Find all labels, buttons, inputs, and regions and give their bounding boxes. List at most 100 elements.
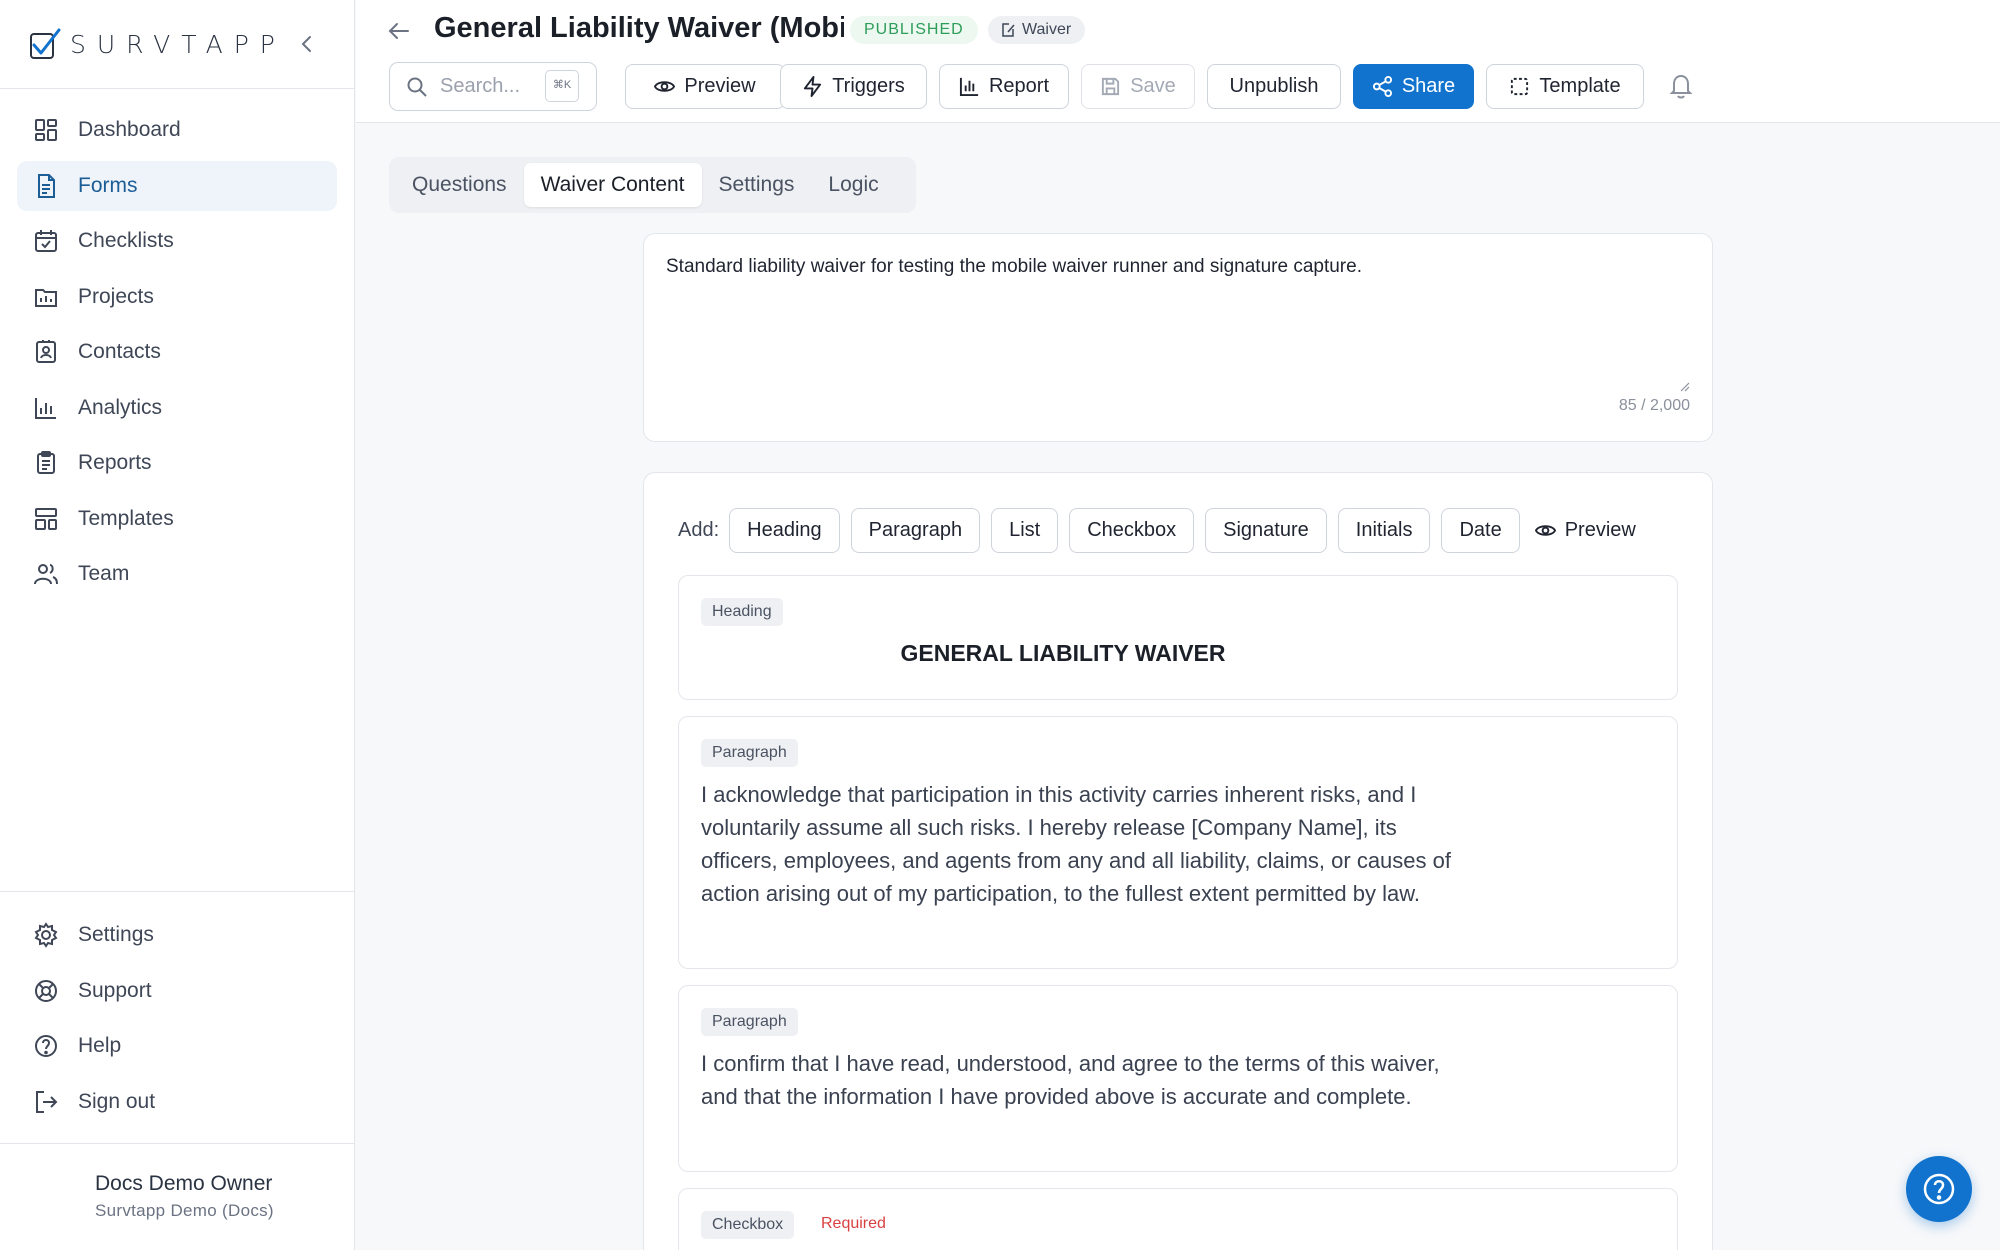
page-title: General Liability Waiver (Mobi <box>434 12 844 44</box>
brand: SURVTAPP <box>0 0 354 89</box>
resize-handle-icon[interactable] <box>1678 380 1690 392</box>
checkbox-block[interactable]: Checkbox Required <box>678 1188 1678 1250</box>
unpublish-label: Unpublish <box>1229 75 1319 97</box>
sidebar-item-reports[interactable]: Reports <box>17 438 337 488</box>
preview-label: Preview <box>684 75 756 97</box>
add-checkbox-button[interactable]: Checkbox <box>1069 508 1195 553</box>
report-button[interactable]: Report <box>939 64 1069 109</box>
help-circle-icon <box>1923 1173 1955 1205</box>
paragraph-block[interactable]: Paragraph I confirm that I have read, un… <box>678 985 1678 1172</box>
collapse-sidebar-chevron-left-icon[interactable] <box>296 33 318 55</box>
form-type-badge: Waiver <box>988 16 1086 44</box>
sidebar-item-label: Settings <box>78 923 154 946</box>
sidebar-item-label: Forms <box>78 173 138 197</box>
eye-icon <box>654 81 676 92</box>
sidebar-item-label: Analytics <box>78 395 163 419</box>
waiver-description-textarea[interactable]: Standard liability waiver for testing th… <box>666 256 1686 396</box>
lifebuoy-icon <box>35 979 57 1002</box>
search-icon <box>407 77 427 97</box>
search-shortcut: ⌘K <box>545 70 579 102</box>
sidebar-item-projects[interactable]: Projects <box>17 272 337 322</box>
form-type-label: Waiver <box>1022 21 1072 38</box>
unpublish-button[interactable]: Unpublish <box>1207 64 1341 109</box>
triggers-label: Triggers <box>832 75 905 97</box>
sidebar-item-label: Contacts <box>78 340 161 363</box>
paragraph-block-text: I confirm that I have read, understood, … <box>701 1051 1440 1109</box>
add-paragraph-button[interactable]: Paragraph <box>850 508 981 553</box>
search-placeholder: Search... <box>440 75 521 97</box>
paragraph-block-text: I acknowledge that participation in this… <box>701 782 1451 906</box>
block-type-tag: Paragraph <box>701 1008 798 1036</box>
sidebar-item-team[interactable]: Team <box>17 549 337 599</box>
tab-questions[interactable]: Questions <box>395 163 524 207</box>
logo-checkmark-icon <box>30 28 61 59</box>
sidebar-item-dashboard[interactable]: Dashboard <box>17 105 337 155</box>
share-icon <box>1372 76 1392 97</box>
add-label: Add: <box>678 519 720 541</box>
heading-block[interactable]: Heading GENERAL LIABILITY WAIVER <box>678 575 1678 700</box>
share-label: Share <box>1401 75 1456 97</box>
sidebar-item-label: Checklists <box>78 229 174 252</box>
content-preview-label: Preview <box>1564 519 1636 541</box>
team-icon <box>34 564 58 585</box>
projects-icon <box>35 288 57 307</box>
block-type-tag: Heading <box>701 598 783 626</box>
triggers-button[interactable]: Triggers <box>780 64 927 109</box>
template-label: Template <box>1539 75 1621 97</box>
contacts-icon <box>36 340 56 363</box>
user-profile[interactable]: Docs Demo Owner Survtapp Demo (Docs) <box>0 1143 354 1250</box>
sidebar-item-support[interactable]: Support <box>17 966 337 1016</box>
required-label: Required <box>821 1215 886 1232</box>
secondary-nav: Settings Support Help Sign out <box>0 891 354 1132</box>
sidebar-item-label: Sign out <box>78 1089 156 1113</box>
add-date-button[interactable]: Date <box>1441 508 1520 553</box>
waiver-description-card: Standard liability waiver for testing th… <box>643 233 1713 442</box>
sign-out-icon <box>36 1090 58 1113</box>
block-type-tag: Paragraph <box>701 739 798 767</box>
templates-icon <box>35 507 57 530</box>
add-initials-button[interactable]: Initials <box>1337 508 1431 553</box>
form-header: General Liability Waiver (Mobi PUBLISHED… <box>356 0 2000 123</box>
save-button[interactable]: Save <box>1081 64 1195 109</box>
add-signature-button[interactable]: Signature <box>1205 508 1327 553</box>
heading-block-text: GENERAL LIABILITY WAIVER <box>900 640 1226 666</box>
tab-logic[interactable]: Logic <box>811 163 895 207</box>
waiver-content-builder: Add: Heading Paragraph List Checkbox Sig… <box>643 472 1713 1250</box>
save-disk-icon <box>1102 77 1120 96</box>
preview-button[interactable]: Preview <box>625 64 785 109</box>
dashboard-icon <box>35 119 57 141</box>
sidebar-item-checklists[interactable]: Checklists <box>17 216 337 266</box>
paragraph-block[interactable]: Paragraph I acknowledge that participati… <box>678 716 1678 969</box>
search-input[interactable]: Search... ⌘K <box>389 62 597 111</box>
tab-settings[interactable]: Settings <box>702 163 812 207</box>
add-heading-button[interactable]: Heading <box>729 508 840 553</box>
sidebar-item-help[interactable]: Help <box>17 1021 337 1071</box>
help-circle-icon <box>35 1035 57 1057</box>
sidebar-item-analytics[interactable]: Analytics <box>17 383 337 433</box>
content-preview-button[interactable]: Preview <box>1534 519 1636 542</box>
sidebar-item-settings[interactable]: Settings <box>17 910 337 960</box>
help-fab-button[interactable] <box>1906 1156 1972 1222</box>
share-button[interactable]: Share <box>1353 64 1474 109</box>
user-name: Docs Demo Owner <box>95 1172 273 1195</box>
save-label: Save <box>1130 75 1176 97</box>
edit-document-icon <box>1002 23 1015 37</box>
sidebar-item-forms[interactable]: Forms <box>17 160 337 211</box>
block-type-tag: Checkbox <box>701 1211 795 1239</box>
user-org: Survtapp Demo (Docs) <box>95 1201 274 1220</box>
tab-waiver-content[interactable]: Waiver Content <box>523 163 702 207</box>
sidebar: SURVTAPP Dashboard Forms Checklists Proj… <box>0 0 355 1250</box>
bell-icon[interactable] <box>1667 72 1695 100</box>
eye-icon <box>1534 525 1556 536</box>
sidebar-item-templates[interactable]: Templates <box>17 494 337 544</box>
lightning-icon <box>804 76 822 97</box>
add-list-button[interactable]: List <box>991 508 1059 553</box>
sidebar-item-contacts[interactable]: Contacts <box>17 327 337 377</box>
template-button[interactable]: Template <box>1486 64 1644 109</box>
sidebar-item-label: Projects <box>78 284 154 308</box>
gear-icon <box>34 922 58 948</box>
sidebar-item-sign-out[interactable]: Sign out <box>17 1077 337 1127</box>
status-badge: PUBLISHED <box>850 16 978 44</box>
back-arrow-icon[interactable] <box>386 18 412 44</box>
sidebar-item-label: Team <box>78 562 130 585</box>
